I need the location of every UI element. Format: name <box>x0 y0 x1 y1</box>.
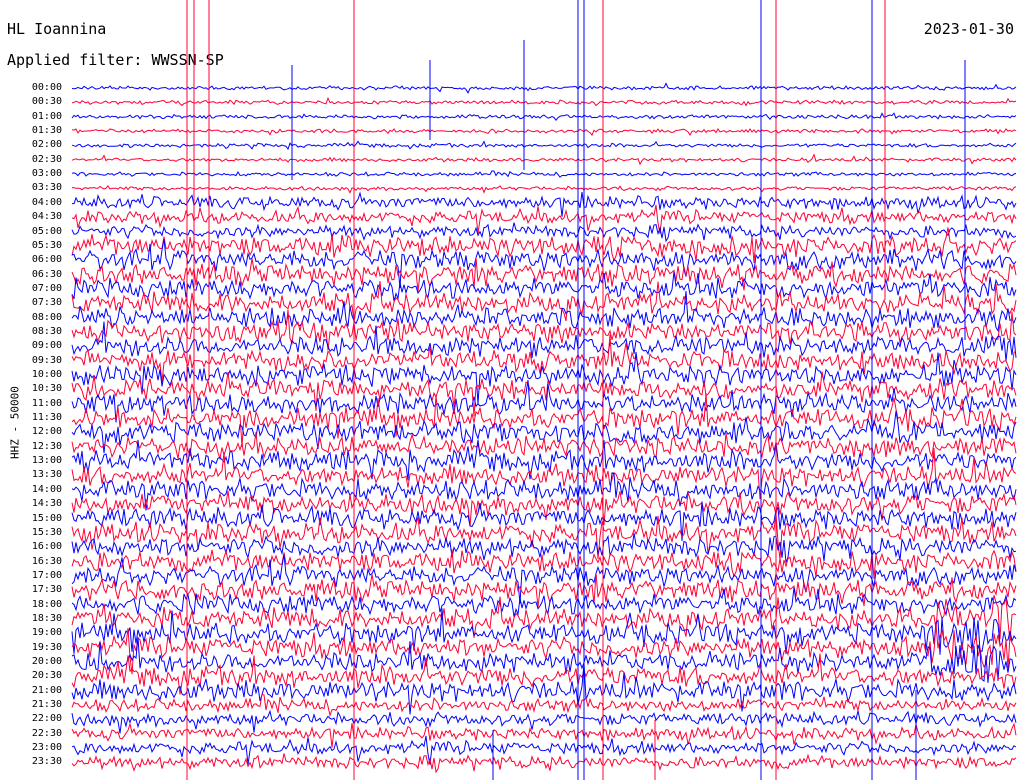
trace-line <box>71 624 1017 675</box>
trace-line <box>71 334 1017 382</box>
trace-line <box>71 709 1017 734</box>
trace-line <box>71 722 1017 748</box>
trace-line <box>71 439 1017 481</box>
trace-line <box>71 290 1017 333</box>
trace-line <box>71 410 1017 454</box>
helicorder-plot <box>71 0 1017 780</box>
trace-line <box>71 753 1017 774</box>
trace-line <box>71 112 1017 122</box>
trace-line <box>71 96 1017 107</box>
trace-line <box>71 170 1017 178</box>
trace-line <box>71 432 1017 461</box>
trace-line <box>71 587 1017 617</box>
trace-line <box>71 185 1017 194</box>
trace-line <box>71 153 1017 166</box>
trace-line <box>71 735 1017 765</box>
trace-line <box>71 608 1017 655</box>
trace-line <box>71 82 1017 94</box>
trace-line <box>71 222 1017 243</box>
trace-line <box>71 239 1017 288</box>
trace-line <box>71 128 1017 137</box>
trace-line <box>71 140 1017 151</box>
trace-line <box>71 594 1017 642</box>
trace-line <box>71 472 1017 511</box>
